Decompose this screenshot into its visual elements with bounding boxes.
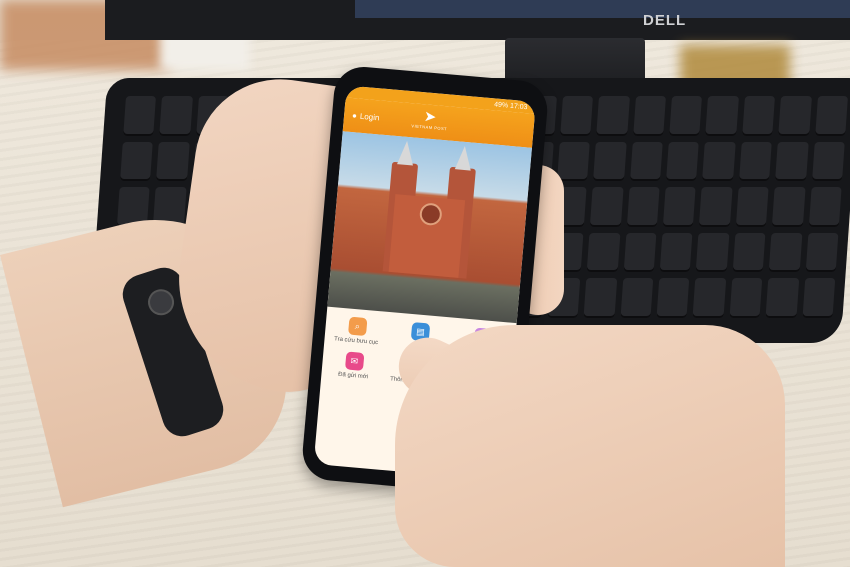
keyboard-key bbox=[120, 141, 154, 182]
send-icon: ✉ bbox=[344, 351, 365, 371]
keyboard-key bbox=[814, 96, 848, 136]
keyboard-key bbox=[765, 278, 799, 318]
menu-tile[interactable]: ⌕ Tra cứu bưu cục bbox=[328, 315, 385, 347]
menu-tile-label: Đã gửi mới bbox=[337, 371, 369, 381]
search-icon: ⌕ bbox=[347, 316, 368, 337]
login-button[interactable]: ● Login bbox=[352, 111, 380, 122]
clock-text: 17:03 bbox=[509, 102, 528, 111]
menu-tile-label: Tra cứu bưu cục bbox=[333, 336, 379, 347]
keyboard-key bbox=[732, 232, 766, 273]
banner-photo bbox=[327, 131, 532, 324]
keyboard-key bbox=[669, 96, 703, 136]
keyboard-key bbox=[156, 141, 190, 182]
keyboard-key bbox=[620, 278, 654, 318]
keyboard-key bbox=[593, 141, 627, 182]
keyboard-key bbox=[699, 187, 733, 227]
keyboard-key bbox=[632, 96, 666, 136]
login-label: Login bbox=[359, 111, 380, 122]
keyboard-key bbox=[666, 141, 700, 182]
keyboard-key bbox=[583, 278, 617, 318]
keyboard-key bbox=[590, 187, 624, 227]
keyboard-key bbox=[556, 141, 591, 182]
keyboard-key bbox=[729, 278, 763, 318]
keyboard-key bbox=[659, 232, 693, 273]
right-hand bbox=[395, 325, 785, 567]
monitor-logo: DELL bbox=[643, 12, 687, 29]
user-icon: ● bbox=[351, 110, 358, 120]
keyboard-key bbox=[775, 141, 809, 182]
keyboard-key bbox=[629, 141, 663, 182]
keyboard-key bbox=[596, 96, 630, 136]
monitor: DELL bbox=[105, 0, 850, 40]
app-logo: ➤ VIETNAM POST bbox=[411, 107, 448, 131]
keyboard-key bbox=[702, 141, 736, 182]
monitor-screen bbox=[355, 0, 850, 18]
menu-tile[interactable]: ✉ Đã gửi mới bbox=[325, 350, 382, 382]
keyboard-key bbox=[692, 278, 727, 318]
keyboard-key bbox=[123, 96, 157, 136]
keyboard-key bbox=[705, 96, 739, 136]
keyboard-key bbox=[778, 96, 812, 136]
keyboard-key bbox=[626, 187, 660, 227]
keyboard-key bbox=[560, 96, 594, 136]
keyboard-key bbox=[662, 187, 697, 227]
band-button bbox=[144, 285, 178, 319]
keyboard-key bbox=[808, 187, 842, 227]
keyboard-key bbox=[811, 141, 845, 182]
keyboard-key bbox=[738, 141, 773, 182]
keyboard-key bbox=[768, 232, 803, 273]
keyboard-key bbox=[772, 187, 806, 227]
keyboard-key bbox=[805, 232, 839, 273]
keyboard-key bbox=[159, 96, 193, 136]
keyboard-key bbox=[586, 232, 621, 273]
keyboard-key bbox=[656, 278, 690, 318]
keyboard-key bbox=[802, 278, 836, 318]
keyboard-key bbox=[623, 232, 657, 273]
battery-text: 49% bbox=[493, 100, 509, 110]
keyboard-key bbox=[696, 232, 730, 273]
keyboard-key bbox=[735, 187, 769, 227]
keyboard-key bbox=[742, 96, 776, 136]
